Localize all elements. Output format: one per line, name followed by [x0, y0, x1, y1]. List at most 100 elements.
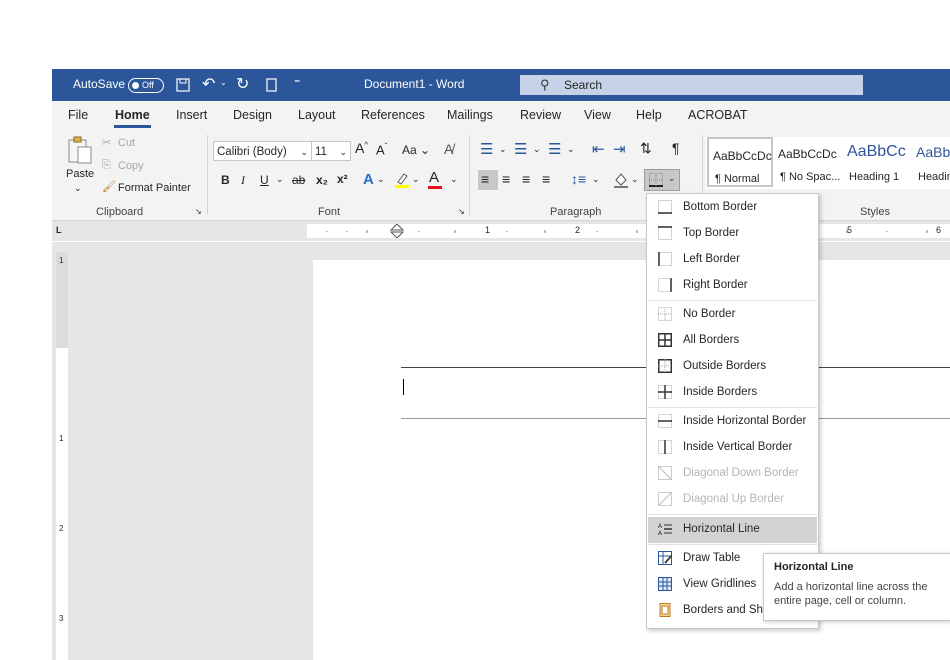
tab-review[interactable]: Review — [520, 108, 561, 122]
line-spacing-dropdown-icon[interactable]: ⌄ — [592, 174, 600, 185]
underline-dropdown-icon[interactable]: ⌄ — [276, 174, 284, 185]
paragraph-group-label: Paragraph — [550, 206, 602, 218]
highlight-dropdown-icon[interactable]: ⌄ — [412, 174, 420, 185]
font-launcher-icon[interactable]: ↘ — [458, 207, 465, 216]
change-case-button[interactable]: Aa ⌄ — [402, 143, 430, 157]
text-effects-dropdown-icon[interactable]: ⌄ — [377, 174, 385, 185]
search-placeholder: Search — [564, 78, 603, 92]
paste-label[interactable]: Paste — [66, 168, 94, 180]
tab-selector-icon[interactable]: L — [56, 225, 62, 235]
align-center-icon[interactable]: ≡ — [502, 171, 510, 187]
bold-button[interactable]: B — [221, 173, 230, 187]
menu-item-top-border[interactable]: Top Border — [648, 221, 817, 247]
paste-dropdown-icon[interactable]: ⌄ — [74, 183, 82, 194]
undo-icon[interactable]: ↶ — [202, 74, 215, 94]
font-name-box[interactable]: Calibri (Body) ⌄ — [213, 141, 312, 161]
menu-item-inside-horizontal-border[interactable]: Inside Horizontal Border — [648, 409, 817, 435]
format-painter-label[interactable]: Format Painter — [118, 182, 191, 194]
tab-design[interactable]: Design — [233, 108, 272, 122]
highlight-icon[interactable] — [394, 171, 410, 189]
grow-font-icon[interactable]: A^ — [355, 140, 368, 156]
superscript-button[interactable]: x² — [337, 172, 348, 186]
numbering-dropdown-icon[interactable]: ⌄ — [533, 144, 541, 155]
borders-icon — [649, 173, 663, 187]
font-size-box[interactable]: 11 ⌄ — [311, 141, 351, 161]
tab-insert[interactable]: Insert — [176, 108, 207, 122]
menu-item-right-border[interactable]: Right Border — [648, 273, 817, 299]
multilevel-list-icon[interactable]: ☰ — [548, 140, 561, 158]
style-no-spacing[interactable]: AaBbCcDc ¶ No Spac... — [774, 137, 842, 187]
search-box[interactable]: ⚲ Search — [520, 75, 863, 95]
tab-layout[interactable]: Layout — [298, 108, 336, 122]
line-spacing-icon[interactable]: ↕≡ — [571, 171, 586, 187]
tab-file[interactable]: File — [68, 108, 88, 122]
shading-icon[interactable] — [613, 171, 629, 189]
menu-item-bottom-border[interactable]: Bottom Border — [648, 195, 817, 221]
tab-acrobat[interactable]: ACROBAT — [688, 108, 748, 122]
menu-item-inside-borders[interactable]: Inside Borders — [648, 380, 817, 406]
sort-icon[interactable]: ⇅ — [640, 140, 652, 157]
tab-home[interactable]: Home — [114, 108, 151, 128]
subscript-button[interactable]: x₂ — [316, 173, 328, 187]
style-normal[interactable]: AaBbCcDc ¶ Normal — [707, 137, 773, 187]
borders-dropdown-icon: ⌄ — [668, 173, 676, 183]
borders-button[interactable]: ⌄ — [644, 169, 680, 191]
text-effects-icon[interactable]: A — [363, 171, 374, 188]
shading-dropdown-icon[interactable]: ⌄ — [631, 174, 639, 185]
cut-label[interactable]: Cut — [118, 137, 135, 149]
bullets-dropdown-icon[interactable]: ⌄ — [499, 144, 507, 155]
align-right-icon[interactable]: ≡ — [522, 171, 530, 187]
undo-dropdown-icon[interactable]: ⌄ — [220, 78, 227, 87]
redo-icon[interactable]: ↻ — [236, 74, 249, 94]
menu-item-horizontal-line[interactable]: AA Horizontal Line — [648, 517, 817, 543]
menu-item-diagonal-up-border: Diagonal Up Border — [648, 487, 817, 513]
decrease-indent-icon[interactable]: ⇤ — [592, 140, 605, 158]
menu-item-inside-vertical-border[interactable]: Inside Vertical Border — [648, 435, 817, 461]
customize-toolbar-icon[interactable]: ⁼ — [294, 76, 300, 90]
shrink-font-icon[interactable]: Aˇ — [376, 142, 387, 157]
menu-item-left-border[interactable]: Left Border — [648, 247, 817, 273]
style-heading-1[interactable]: AaBbCc Heading 1 — [843, 137, 911, 187]
menu-item-outside-borders[interactable]: Outside Borders — [648, 354, 817, 380]
align-left-icon: ≡ — [481, 171, 490, 187]
show-formatting-icon[interactable]: ¶ — [672, 140, 680, 156]
clear-formatting-icon[interactable]: A̸ — [444, 141, 453, 157]
italic-button[interactable]: I — [241, 173, 245, 188]
font-group-label: Font — [318, 206, 341, 218]
diagonal-down-border-icon — [658, 466, 672, 480]
menu-item-no-border[interactable]: No Border — [648, 302, 817, 328]
bullets-icon[interactable]: ☰ — [480, 140, 493, 158]
tab-mailings[interactable]: Mailings — [447, 108, 493, 122]
strikethrough-button[interactable]: ab — [292, 173, 305, 187]
font-color-swatch — [428, 186, 442, 189]
menu-item-diagonal-down-border: Diagonal Down Border — [648, 461, 817, 487]
tooltip-body: Add a horizontal line across the entire … — [774, 581, 928, 607]
paste-icon[interactable] — [67, 135, 93, 165]
underline-button[interactable]: U — [260, 173, 269, 187]
multilevel-dropdown-icon[interactable]: ⌄ — [567, 144, 575, 155]
new-document-icon[interactable] — [266, 78, 278, 93]
autosave-toggle[interactable]: Off — [128, 78, 164, 93]
vertical-ruler[interactable]: 1 1 2 3 — [52, 242, 72, 660]
font-color-icon[interactable]: A — [429, 169, 439, 186]
increase-indent-icon[interactable]: ⇥ — [613, 140, 626, 158]
tab-references[interactable]: References — [361, 108, 425, 122]
copy-label[interactable]: Copy — [118, 160, 144, 172]
ruler-mark-1: 1 — [485, 225, 491, 235]
justify-icon[interactable]: ≡ — [542, 171, 550, 187]
style-heading-2[interactable]: AaBbC Headin — [912, 137, 950, 187]
styles-group-label: Styles — [860, 206, 890, 218]
ruler-mark-5: 5 — [847, 225, 853, 235]
save-icon[interactable] — [176, 78, 190, 92]
clipboard-launcher-icon[interactable]: ↘ — [195, 207, 202, 216]
title-bar: AutoSave Off ↶ ⌄ ↻ ⁼ Document1 - Word ⚲ … — [52, 69, 950, 101]
horizontal-line-icon: AA — [658, 524, 672, 536]
tab-help[interactable]: Help — [636, 108, 662, 122]
numbering-icon[interactable]: ☰ — [514, 140, 527, 158]
copy-icon: ⎘ — [102, 159, 111, 171]
menu-item-all-borders[interactable]: All Borders — [648, 328, 817, 354]
font-color-dropdown-icon[interactable]: ⌄ — [450, 174, 458, 185]
clipboard-group-label: Clipboard — [96, 206, 144, 218]
tab-view[interactable]: View — [584, 108, 611, 122]
vruler-mark: 3 — [59, 614, 64, 623]
